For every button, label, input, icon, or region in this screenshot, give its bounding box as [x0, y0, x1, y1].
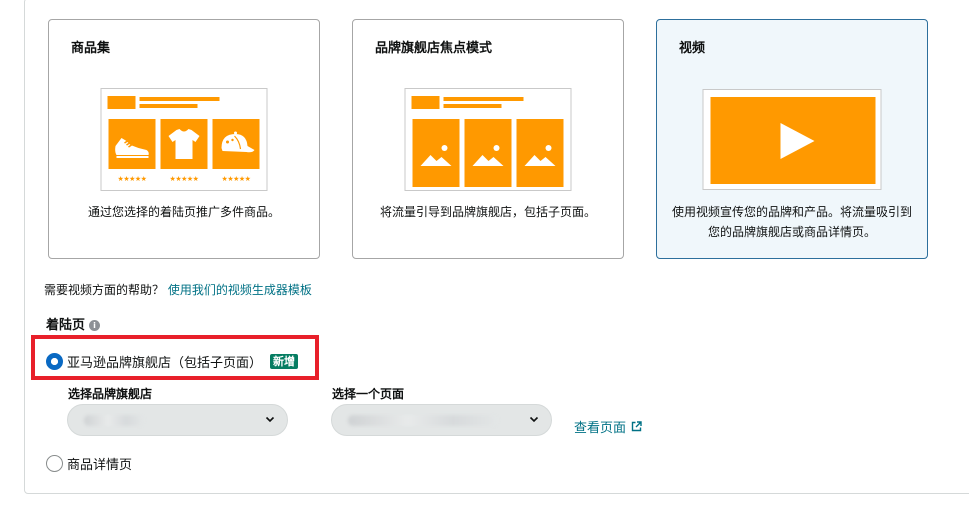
rating-stars: ★★★★★ [221, 175, 251, 183]
card-title: 品牌旗舰店焦点模式 [375, 41, 493, 56]
tshirt-icon [160, 119, 208, 169]
card-description: 将流量引导到品牌旗舰店，包括子页面。 [379, 205, 596, 219]
card-description: 使用视频宣传您的品牌和产品。将流量吸引到您的品牌旗舰店或商品详情页。 [671, 205, 912, 239]
store-select-label: 选择品牌旗舰店 [68, 387, 153, 401]
radio-label: 商品详情页 [67, 458, 133, 473]
radio-label: 亚马逊品牌旗舰店（包括子页面） [67, 356, 263, 371]
radio-unselected[interactable] [46, 455, 63, 472]
landing-page-label: 着陆页 i [46, 314, 101, 333]
video-builder-template-link[interactable]: 使用我们的视频生成器模板 [168, 283, 312, 297]
landing-option-product-detail[interactable]: 商品详情页 [46, 454, 132, 473]
store-spotlight-illustration [404, 88, 572, 191]
rating-stars: ★★★★★ [169, 175, 199, 183]
cap-icon [212, 119, 260, 169]
product-collection-illustration: ★★★★★ ★★★★★ ★★★★★ [100, 88, 268, 191]
image-placeholder-icon [516, 119, 564, 187]
card-title: 视频 [679, 41, 706, 56]
page-select-label: 选择一个页面 [332, 387, 405, 401]
external-link-icon [631, 421, 642, 432]
chevron-down-icon [529, 416, 539, 423]
view-page-link[interactable]: 查看页面 [574, 417, 642, 436]
new-badge: 新增 [270, 354, 299, 369]
ad-format-card-store-spotlight[interactable]: 品牌旗舰店焦点模式 将流量引导到品牌旗舰店，包括子页面。 [352, 19, 624, 259]
info-icon[interactable]: i [89, 320, 101, 331]
chevron-down-icon [265, 416, 275, 423]
page-select[interactable] [331, 404, 552, 436]
play-icon [710, 97, 876, 184]
card-description: 通过您选择的着陆页推广多件商品。 [87, 205, 280, 219]
rating-stars: ★★★★★ [117, 175, 147, 183]
blurred-value [84, 415, 144, 426]
shoe-icon [108, 119, 156, 169]
video-help-row: 需要视频方面的帮助？ 使用我们的视频生成器模板 [44, 281, 312, 298]
brand-store-select[interactable] [67, 404, 288, 436]
video-illustration [702, 89, 882, 190]
image-placeholder-icon [464, 119, 512, 187]
ad-format-card-product-collection[interactable]: 商品集 ★★★★★ ★★★★★ ★★★★★ 通过您选择的着陆页推广多件商品。 [48, 19, 320, 259]
card-title: 商品集 [71, 41, 111, 56]
ad-format-card-video[interactable]: 视频 使用视频宣传您的品牌和产品。将流量吸引到您的品牌旗舰店或商品详情页。 [656, 19, 928, 259]
image-placeholder-icon [412, 119, 460, 187]
help-question: 需要视频方面的帮助？ [44, 283, 165, 297]
blurred-value [348, 415, 498, 426]
radio-selected[interactable] [46, 353, 63, 370]
landing-option-brand-store[interactable]: 亚马逊品牌旗舰店（包括子页面） 新增 [46, 352, 299, 371]
